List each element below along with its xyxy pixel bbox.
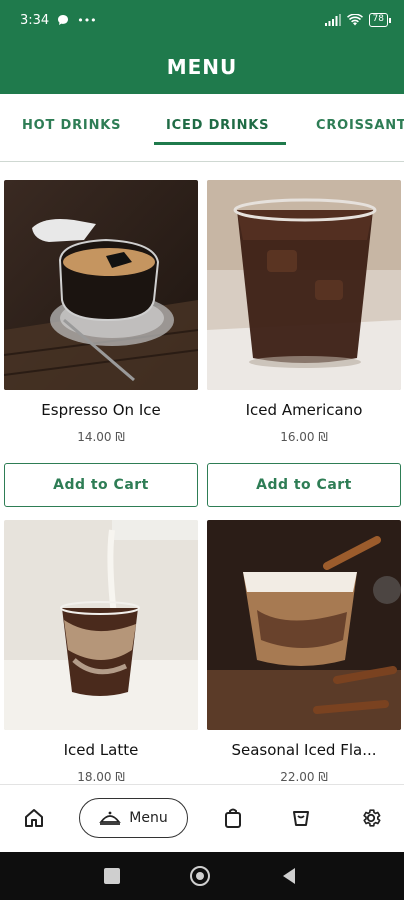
recents-button[interactable] bbox=[104, 868, 120, 884]
product-price: 22.00 ₪ bbox=[280, 770, 328, 784]
nav-menu[interactable]: Menu bbox=[79, 798, 188, 838]
product-card[interactable]: Iced Americano 16.00 ₪ Add to Cart bbox=[207, 180, 401, 507]
home-button[interactable] bbox=[190, 866, 210, 886]
system-nav-bar bbox=[0, 852, 404, 900]
nav-cart[interactable] bbox=[288, 805, 314, 831]
tab-hot-drinks[interactable]: HOT DRINKS bbox=[22, 118, 121, 133]
product-image[interactable] bbox=[207, 180, 401, 390]
product-name: Iced Americano bbox=[245, 401, 363, 419]
cart-icon bbox=[293, 811, 309, 826]
app-header: MENU bbox=[0, 40, 404, 94]
product-price: 16.00 ₪ bbox=[280, 430, 328, 444]
page-title: MENU bbox=[166, 55, 238, 79]
nav-menu-label: Menu bbox=[129, 810, 168, 826]
nav-orders[interactable] bbox=[220, 805, 246, 831]
product-card[interactable]: Seasonal Iced Fla... 22.00 ₪ bbox=[207, 520, 401, 784]
battery-icon: 78 bbox=[368, 13, 392, 27]
settings-icon bbox=[363, 809, 381, 827]
product-price: 14.00 ₪ bbox=[77, 430, 125, 444]
product-card[interactable]: Espresso On Ice 14.00 ₪ Add to Cart bbox=[4, 180, 198, 507]
home-icon bbox=[25, 809, 43, 827]
product-name: Seasonal Iced Fla... bbox=[231, 741, 377, 759]
status-bar: 3:34 ••• 78 bbox=[0, 0, 404, 40]
product-price: 18.00 ₪ bbox=[77, 770, 125, 784]
menu-icon bbox=[99, 811, 122, 825]
product-image[interactable] bbox=[4, 180, 198, 390]
category-tabs: HOT DRINKS ICED DRINKS CROISSANT bbox=[0, 94, 404, 162]
tab-iced-drinks[interactable]: ICED DRINKS bbox=[166, 118, 269, 133]
shopping-bag-icon bbox=[225, 808, 241, 828]
status-time: 3:34 bbox=[20, 12, 50, 28]
product-name: Espresso On Ice bbox=[41, 401, 161, 419]
add-to-cart-button[interactable]: Add to Cart bbox=[4, 463, 198, 507]
back-button[interactable] bbox=[281, 867, 297, 885]
product-card[interactable]: Iced Latte 18.00 ₪ bbox=[4, 520, 198, 784]
add-to-cart-button[interactable]: Add to Cart bbox=[207, 463, 401, 507]
more-notifications-icon: ••• bbox=[77, 13, 97, 27]
product-image[interactable] bbox=[207, 520, 401, 730]
wifi-icon bbox=[346, 14, 363, 26]
active-tab-indicator bbox=[154, 142, 286, 145]
bottom-nav: Menu bbox=[0, 784, 404, 852]
chat-bubble-icon bbox=[58, 15, 69, 25]
signal-icon bbox=[324, 14, 341, 26]
nav-home[interactable] bbox=[21, 805, 47, 831]
product-name: Iced Latte bbox=[63, 741, 139, 759]
tab-croissant[interactable]: CROISSANT bbox=[316, 118, 404, 133]
nav-settings[interactable] bbox=[358, 805, 384, 831]
product-image[interactable] bbox=[4, 520, 198, 730]
